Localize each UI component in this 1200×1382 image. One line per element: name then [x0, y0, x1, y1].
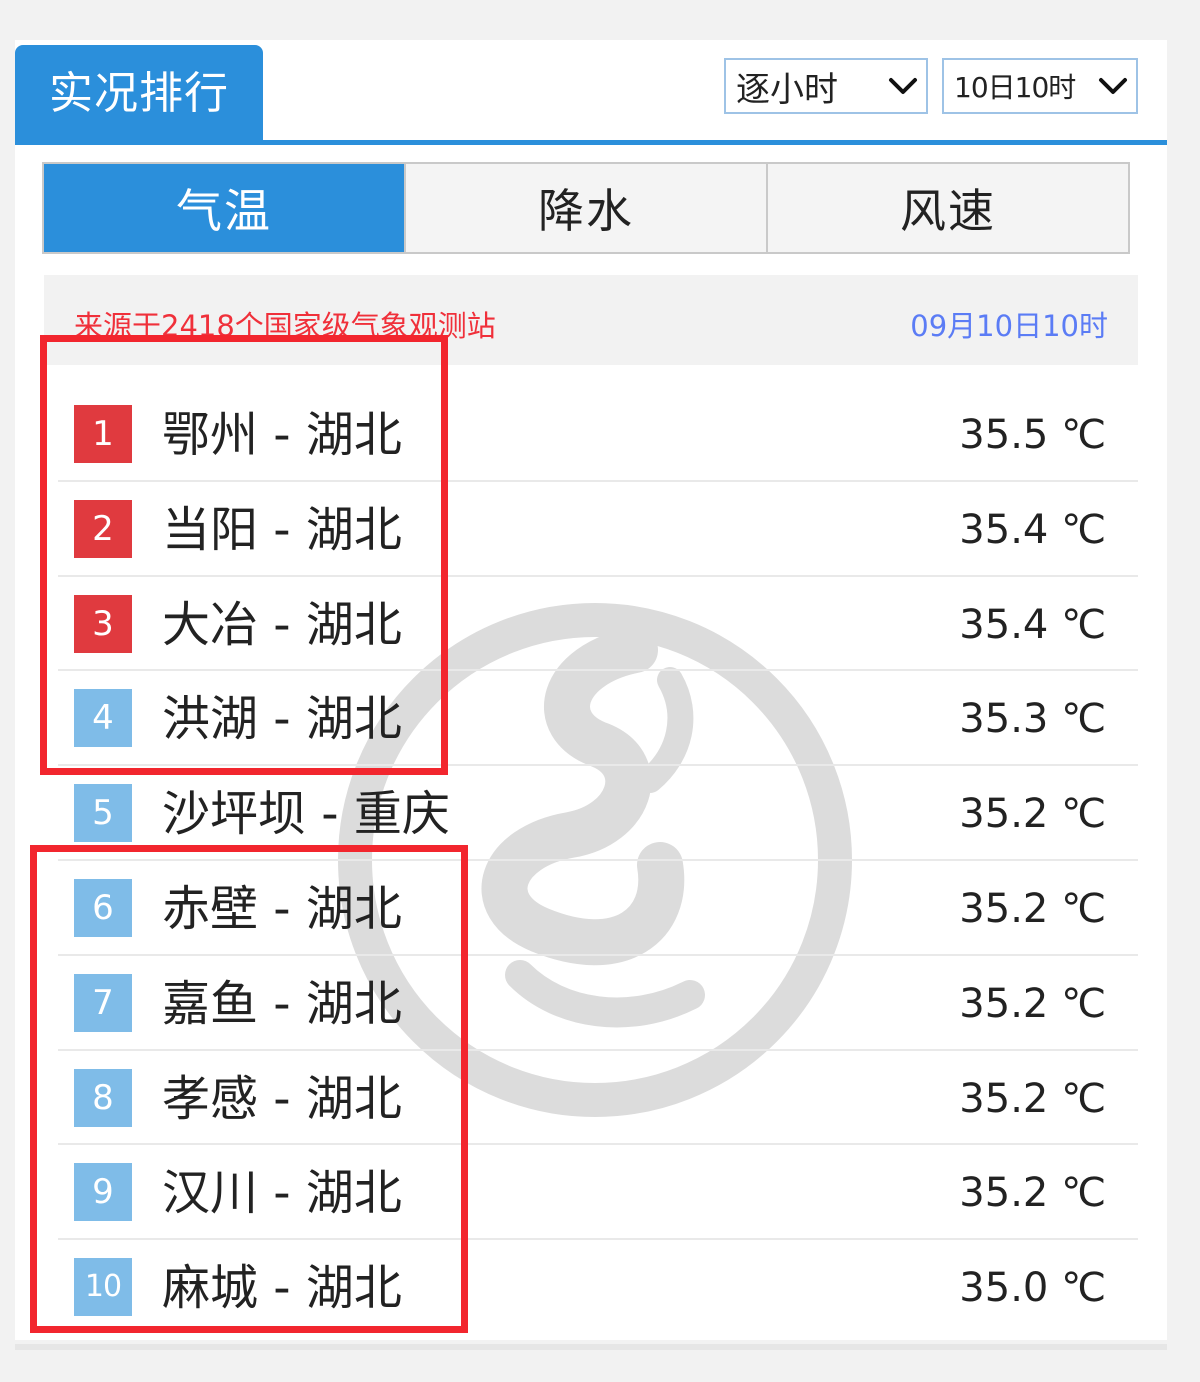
rank-badge: 7 [74, 973, 132, 1032]
ranking-row[interactable]: 9 汉川 - 湖北 35.2 ℃ [58, 1145, 1138, 1241]
rank-badge: 5 [74, 784, 132, 843]
ranking-row[interactable]: 2 当阳 - 湖北 35.4 ℃ [58, 482, 1138, 577]
data-source-note: 来源于2418个国家级气象观测站 [74, 309, 496, 343]
temperature-value: 35.2 ℃ [959, 791, 1106, 838]
temperature-value: 35.4 ℃ [959, 506, 1106, 553]
station-name: 当阳 - 湖北 [162, 501, 402, 558]
info-bar: 来源于2418个国家级气象观测站 09月10日10时 [44, 275, 1138, 365]
ranking-row[interactable]: 1 鄂州 - 湖北 35.5 ℃ [58, 387, 1138, 482]
rank-badge: 6 [74, 878, 132, 937]
panel-title-tab: 实况排行 [15, 45, 263, 143]
rank-badge: 2 [74, 499, 132, 558]
station-name: 鄂州 - 湖北 [162, 407, 402, 463]
station-name: 麻城 - 湖北 [162, 1260, 402, 1317]
ranking-row[interactable]: 4 洪湖 - 湖北 35.3 ℃ [58, 671, 1138, 767]
station-name: 沙坪坝 - 重庆 [162, 786, 450, 843]
interval-select[interactable]: 逐小时 [724, 58, 928, 114]
station-name: 大冶 - 湖北 [162, 596, 402, 653]
chevron-down-icon [880, 63, 926, 109]
interval-select-value: 逐小时 [736, 69, 838, 110]
ranking-row[interactable]: 8 孝感 - 湖北 35.2 ℃ [58, 1051, 1138, 1146]
rank-badge: 9 [74, 1163, 132, 1222]
temperature-value: 35.4 ℃ [959, 601, 1106, 648]
metric-tabs: 气温 降水 风速 [42, 162, 1130, 254]
rank-badge: 1 [74, 405, 132, 463]
ranking-row[interactable]: 7 嘉鱼 - 湖北 35.2 ℃ [58, 956, 1138, 1051]
panel-shadow [15, 1344, 1167, 1350]
ranking-row[interactable]: 6 赤壁 - 湖北 35.2 ℃ [58, 861, 1138, 956]
ranking-row[interactable]: 3 大冶 - 湖北 35.4 ℃ [58, 577, 1138, 672]
temperature-value: 35.2 ℃ [959, 885, 1106, 932]
tab-wind-speed[interactable]: 风速 [766, 164, 1128, 252]
temperature-value: 35.5 ℃ [959, 412, 1106, 458]
ranking-row[interactable]: 5 沙坪坝 - 重庆 35.2 ℃ [58, 766, 1138, 861]
header-divider [15, 140, 1167, 145]
station-name: 汉川 - 湖北 [162, 1165, 402, 1222]
temperature-value: 35.2 ℃ [959, 1075, 1106, 1122]
time-select-value: 10日10时 [954, 71, 1076, 104]
rank-badge: 10 [74, 1258, 132, 1317]
tab-precipitation[interactable]: 降水 [404, 164, 766, 252]
station-name: 孝感 - 湖北 [162, 1070, 402, 1127]
temperature-value: 35.3 ℃ [959, 696, 1106, 743]
temperature-value: 35.2 ℃ [959, 1170, 1106, 1217]
chevron-down-icon [1090, 63, 1136, 109]
station-name: 赤壁 - 湖北 [162, 880, 402, 937]
temperature-value: 35.0 ℃ [959, 1265, 1106, 1312]
ranking-list: 1 鄂州 - 湖北 35.5 ℃ 2 当阳 - 湖北 35.4 ℃ 3 大冶 -… [58, 387, 1138, 1335]
station-name: 洪湖 - 湖北 [162, 691, 402, 748]
ranking-row[interactable]: 10 麻城 - 湖北 35.0 ℃ [58, 1240, 1138, 1335]
rank-badge: 4 [74, 689, 132, 748]
rank-badge: 3 [74, 594, 132, 653]
station-name: 嘉鱼 - 湖北 [162, 975, 402, 1032]
observation-time: 09月10日10时 [910, 309, 1108, 343]
rank-badge: 8 [74, 1068, 132, 1127]
temperature-value: 35.2 ℃ [959, 980, 1106, 1027]
tab-temperature[interactable]: 气温 [44, 164, 404, 252]
time-select[interactable]: 10日10时 [942, 58, 1138, 114]
